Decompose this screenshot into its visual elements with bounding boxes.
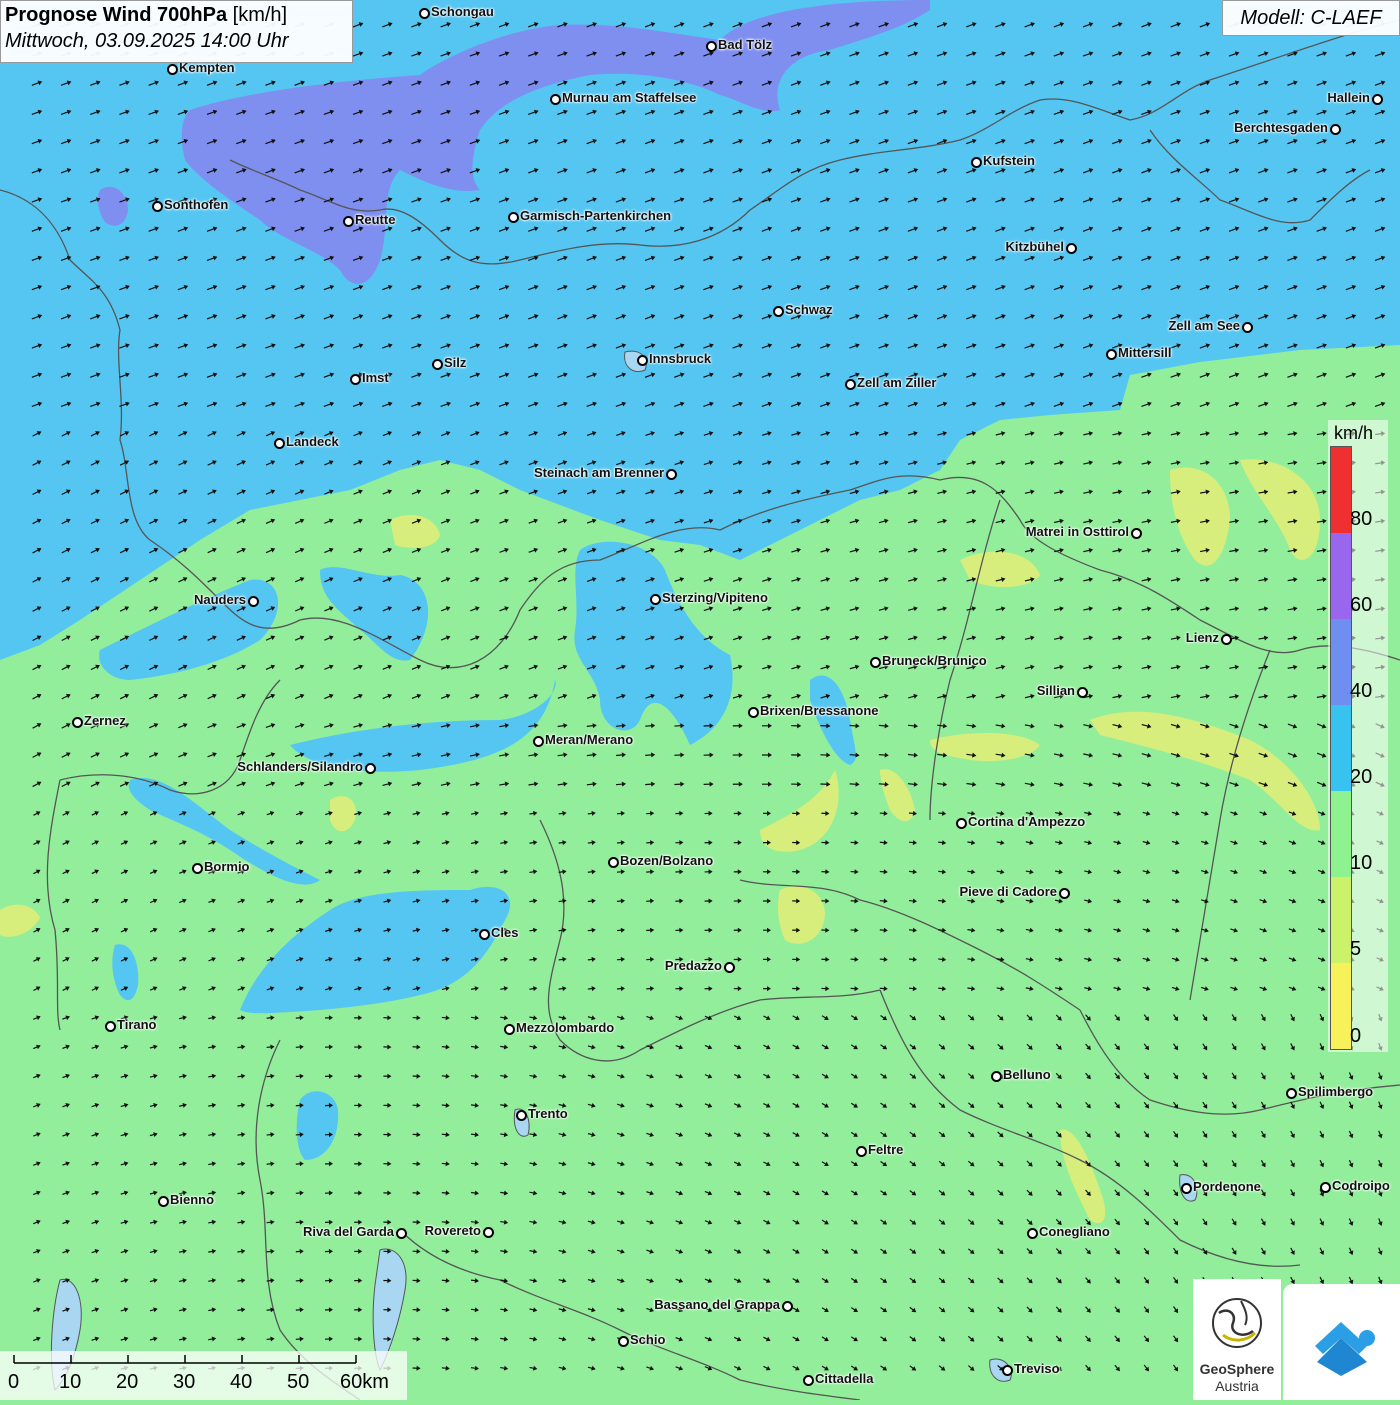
scale-label: 60km xyxy=(340,1371,389,1394)
scale-label: 20 xyxy=(116,1371,138,1394)
scale-label: 30 xyxy=(173,1371,195,1394)
title-panel: Prognose Wind 700hPa [km/h] Mittwoch, 03… xyxy=(0,0,353,63)
forecast-datetime: Mittwoch, 03.09.2025 14:00 Uhr xyxy=(5,30,348,53)
legend-tick-label: 80 xyxy=(1350,508,1372,531)
scale-bar: 0 10 20 30 40 50 60km xyxy=(0,1351,407,1400)
scale-label: 40 xyxy=(230,1371,252,1394)
color-legend: km/h 80 60 40 20 10 5 0 xyxy=(1328,420,1388,1052)
legend-swatch-20 xyxy=(1331,705,1351,791)
page-title: Prognose Wind 700hPa [km/h] xyxy=(5,4,348,27)
legend-tick-label: 5 xyxy=(1350,938,1361,961)
geosphere-logo[interactable]: GeoSphere Austria xyxy=(1193,1279,1281,1400)
title-unit: [km/h] xyxy=(233,4,287,26)
legend-tick-label: 40 xyxy=(1350,680,1372,703)
legend-tick-label: 60 xyxy=(1350,594,1372,617)
model-label: Modell: C-LAEF xyxy=(1222,0,1400,36)
wind-map xyxy=(0,0,1400,1400)
wetter-app-logo-icon xyxy=(1283,1284,1400,1400)
legend-swatch-60 xyxy=(1331,533,1351,619)
legend-swatch-10 xyxy=(1331,791,1351,877)
scale-label: 50 xyxy=(287,1371,309,1394)
title-main: Prognose Wind 700hPa xyxy=(5,4,227,26)
legend-colorbar xyxy=(1330,446,1352,1050)
geosphere-logo-subtext: Austria xyxy=(1193,1378,1281,1394)
legend-tick-label: 20 xyxy=(1350,766,1372,789)
legend-tick-label: 10 xyxy=(1350,852,1372,875)
scale-label: 10 xyxy=(59,1371,81,1394)
geosphere-logo-icon xyxy=(1193,1283,1281,1363)
legend-swatch-0 xyxy=(1331,963,1351,1049)
legend-swatch-5 xyxy=(1331,877,1351,963)
wetter-app-logo[interactable] xyxy=(1283,1284,1400,1400)
scale-label: 0 xyxy=(8,1371,19,1394)
geosphere-logo-text: GeoSphere xyxy=(1193,1361,1281,1377)
legend-swatch-80 xyxy=(1331,447,1351,533)
legend-unit: km/h xyxy=(1334,423,1373,444)
legend-swatch-40 xyxy=(1331,619,1351,705)
legend-tick-label: 0 xyxy=(1350,1025,1361,1048)
